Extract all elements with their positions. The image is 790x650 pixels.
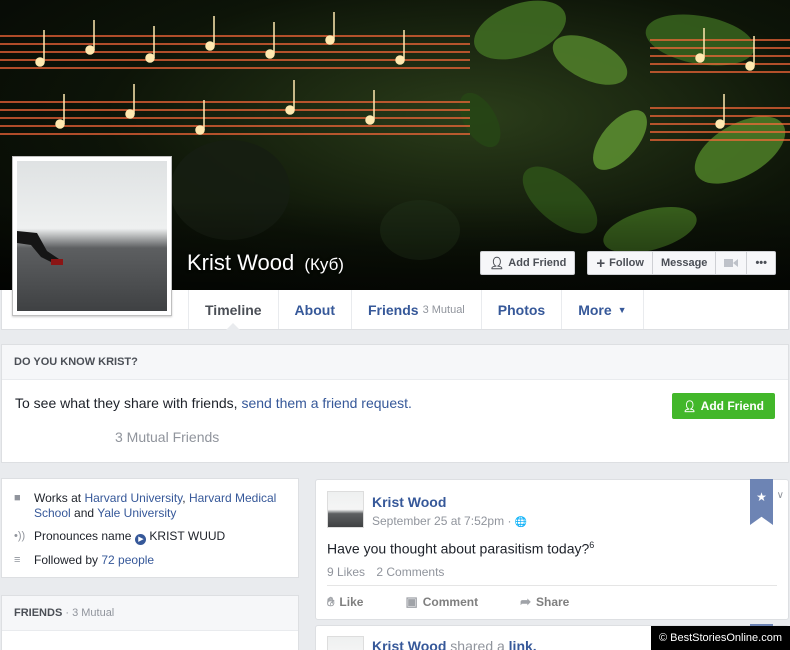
intro-pronounce: •)) Pronounces name ▶ KRIST WUUD — [14, 529, 286, 545]
profile-name[interactable]: Krist Wood (Куб) — [187, 250, 344, 276]
caret-down-icon: ▼ — [617, 304, 627, 315]
post2-author-name[interactable]: Krist Wood — [372, 638, 446, 650]
friends-card-heading[interactable]: FRIENDS · 3 Mutual — [2, 596, 298, 631]
thumbs-up-icon: ✋︎ — [327, 593, 335, 609]
add-friend-label: Add Friend — [508, 257, 567, 269]
play-icon[interactable]: ▶ — [135, 534, 147, 545]
works-prefix: Works at — [34, 491, 82, 505]
intro-followers: ≡ Followed by 72 people — [14, 553, 286, 568]
friends-card: FRIENDS · 3 Mutual — [1, 595, 299, 650]
know-card: DO YOU KNOW KRIST? To see what they shar… — [1, 344, 789, 463]
more-dots-icon: ••• — [755, 257, 767, 269]
followers-text: Followed by 72 people — [34, 553, 154, 568]
post-stats: 9 Likes 2 Comments — [327, 565, 444, 579]
works-separator: , — [182, 491, 186, 505]
friends-heading-sub: · 3 Mutual — [65, 607, 115, 619]
tab-more[interactable]: More ▼ — [561, 290, 644, 329]
speaker-icon: •)) — [14, 530, 26, 542]
pronounce-label: Pronounces name — [34, 529, 132, 543]
cover-actions: 👤︎ Add Friend + Follow Message ••• — [480, 251, 776, 275]
likes-count[interactable]: 9 Likes — [327, 565, 365, 579]
globe-icon[interactable]: 🌐 — [515, 517, 527, 528]
profile-actions-group: + Follow Message ••• — [587, 251, 776, 275]
post-text: Have you thought about parasitism today?… — [327, 540, 594, 557]
like-button[interactable]: ✋︎ Like — [327, 594, 363, 610]
work-text: Works at Harvard University, Harvard Med… — [34, 491, 286, 521]
person-add-icon: 👤︎ — [489, 256, 505, 270]
plus-icon: + — [596, 254, 606, 272]
know-card-heading: DO YOU KNOW KRIST? — [2, 345, 788, 380]
share-icon: ➦ — [520, 593, 531, 609]
star-ribbon-icon[interactable]: ★ — [750, 479, 773, 525]
more-options-button[interactable]: ••• — [746, 252, 775, 274]
tab-friends-label: Friends — [367, 301, 419, 318]
like-label: Like — [339, 594, 364, 609]
share-button[interactable]: ➦ Share — [520, 594, 569, 610]
comments-count[interactable]: 2 Comments — [376, 565, 444, 579]
post2-link[interactable]: link. — [509, 638, 537, 650]
video-camera-icon — [724, 259, 739, 267]
post2-author-avatar[interactable] — [327, 636, 364, 650]
mutual-friends-count[interactable]: 3 Mutual Friends — [115, 429, 219, 445]
message-label: Message — [660, 257, 708, 269]
post-actions: ✋︎ Like ▣ Comment ➦ Share — [327, 585, 777, 617]
tab-photos-label: Photos — [497, 301, 546, 318]
comment-button[interactable]: ▣ Comment — [405, 594, 478, 610]
post-text-sup: 6 — [589, 540, 595, 550]
chevron-down-icon[interactable]: ∨ — [777, 490, 784, 501]
profile-alt-name: (Куб) — [304, 255, 344, 274]
tab-timeline[interactable]: Timeline — [188, 290, 278, 330]
post-meta-separator: · — [507, 514, 512, 528]
comment-label: Comment — [422, 594, 479, 609]
profile-picture[interactable] — [12, 156, 172, 316]
watermark: © BestStoriesOnline.com — [650, 626, 790, 650]
timeline-post: Krist Wood September 25 at 7:52pm · 🌐 Ha… — [315, 479, 789, 620]
tab-friends-count: 3 Mutual — [422, 303, 465, 316]
post2-action: shared a — [450, 638, 505, 650]
message-button[interactable]: Message — [651, 252, 715, 274]
know-card-text: To see what they share with friends, sen… — [15, 395, 412, 411]
send-request-link[interactable]: send them a friend request. — [241, 395, 411, 411]
followed-prefix: Followed by — [34, 553, 99, 567]
video-call-button[interactable] — [715, 252, 746, 274]
work-link-yale[interactable]: Yale University — [97, 506, 176, 520]
add-friend-button[interactable]: 👤︎ Add Friend — [481, 252, 574, 274]
rss-icon: ≡ — [14, 554, 21, 566]
post-author-name[interactable]: Krist Wood — [372, 494, 446, 510]
post-author-avatar[interactable] — [327, 491, 364, 528]
work-link-harvard[interactable]: Harvard University — [84, 491, 182, 505]
friends-heading-label: FRIENDS — [14, 607, 63, 619]
follow-button[interactable]: + Follow — [588, 252, 652, 274]
tab-more-label: More — [578, 301, 612, 318]
tab-about-label: About — [294, 301, 335, 318]
profile-tabs: Timeline About Friends 3 Mutual Photos Mo… — [188, 290, 644, 330]
follow-label: Follow — [609, 257, 644, 269]
intro-card: ■ Works at Harvard University, Harvard M… — [1, 478, 299, 578]
tab-about[interactable]: About — [277, 290, 351, 329]
post-timestamp[interactable]: September 25 at 7:52pm — [372, 514, 504, 528]
briefcase-icon: ■ — [14, 492, 21, 504]
share-label: Share — [535, 594, 570, 609]
tab-timeline-label: Timeline — [205, 301, 262, 318]
profile-name-text[interactable]: Krist Wood — [187, 250, 294, 275]
works-and: and — [74, 506, 95, 520]
pronounce-text: Pronounces name ▶ KRIST WUUD — [34, 529, 225, 545]
photo-figure — [17, 231, 63, 265]
add-friend-green-button[interactable]: 👤︎ Add Friend — [671, 393, 775, 419]
comment-icon: ▣ — [405, 593, 418, 609]
add-friend-group: 👤︎ Add Friend — [480, 251, 576, 275]
profile-photo — [17, 161, 167, 311]
post2-title: Krist Wood shared a link. — [372, 638, 537, 650]
tab-friends[interactable]: Friends 3 Mutual — [350, 290, 481, 329]
post-text-main: Have you thought about parasitism today? — [327, 540, 590, 557]
intro-work: ■ Works at Harvard University, Harvard M… — [14, 491, 286, 521]
add-friend-green-label: Add Friend — [700, 399, 764, 413]
tab-photos[interactable]: Photos — [480, 290, 561, 329]
know-card-prompt: To see what they share with friends, — [15, 395, 238, 411]
person-add-icon: 👤︎ — [682, 400, 697, 413]
pronounce-value: KRIST WUUD — [149, 529, 226, 543]
followers-link[interactable]: 72 people — [101, 553, 154, 567]
post-meta: September 25 at 7:52pm · 🌐 — [372, 514, 527, 528]
